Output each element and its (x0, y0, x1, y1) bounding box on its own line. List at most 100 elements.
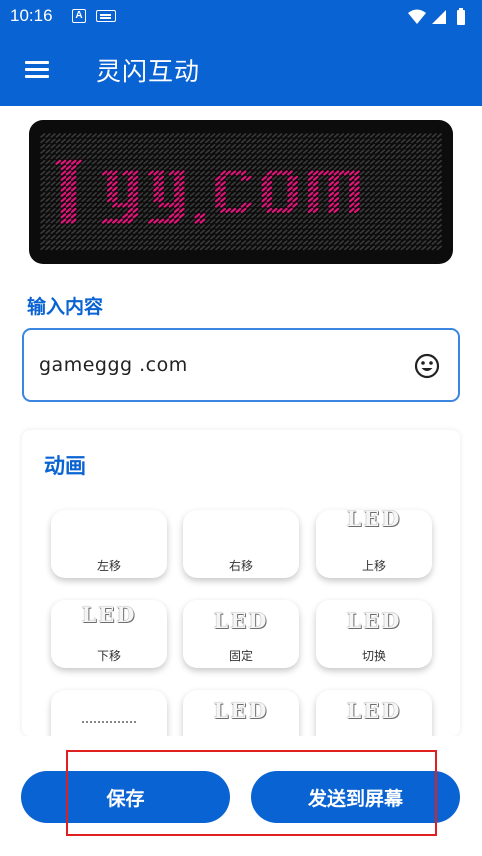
anim-tile-down[interactable]: LED 下移 (51, 600, 167, 668)
led-dot-lit (354, 175, 360, 181)
led-dot (266, 133, 272, 138)
led-dot (261, 149, 267, 154)
led-dot (380, 165, 386, 170)
led-dot (359, 208, 365, 213)
led-dot (122, 240, 128, 245)
led-dot (344, 165, 350, 170)
led-dot-lit (178, 170, 185, 176)
led-dot (256, 181, 262, 186)
emoji-icon[interactable] (414, 353, 440, 379)
led-dot (143, 138, 149, 144)
content-input[interactable] (39, 350, 399, 380)
led-dot (230, 213, 236, 219)
led-dot (344, 202, 350, 208)
led-dot (76, 143, 82, 149)
anim-tile-8[interactable]: LED (183, 690, 299, 736)
led-dot (220, 229, 226, 235)
led-dot (205, 154, 211, 160)
led-dot (266, 159, 272, 165)
led-dot (369, 213, 376, 219)
led-dot (215, 149, 221, 154)
led-dot (380, 245, 386, 251)
led-dot (81, 133, 87, 138)
led-dot (220, 165, 226, 170)
anim-tile-up[interactable]: LED 上移 (316, 510, 432, 578)
led-dot (385, 234, 391, 240)
led-dot (256, 170, 262, 176)
anim-tile-fixed[interactable]: LED 固定 (183, 600, 299, 668)
led-dot (302, 175, 309, 181)
led-dot (174, 149, 180, 154)
led-dot (297, 170, 303, 176)
led-dot-lit (132, 202, 139, 208)
led-dot (205, 175, 211, 181)
anim-tile-right[interactable]: 右移 (183, 510, 299, 578)
led-dot (318, 240, 324, 245)
led-dot (302, 234, 309, 240)
led-dot (76, 165, 82, 170)
led-dot (102, 197, 108, 202)
led-dot (297, 202, 303, 208)
led-dot (163, 229, 169, 235)
led-dot-lit (153, 175, 159, 181)
led-dot (261, 165, 267, 170)
led-dot (158, 165, 164, 170)
led-dot (333, 229, 339, 235)
led-dot (102, 143, 108, 149)
led-dot (225, 175, 231, 181)
led-dot (107, 149, 113, 154)
led-dot (302, 181, 309, 186)
animation-title: 动画 (44, 454, 86, 478)
led-dot (297, 154, 303, 160)
menu-icon[interactable] (22, 56, 52, 84)
led-dot (143, 245, 149, 251)
led-dot (148, 143, 154, 149)
led-dot-lit (266, 191, 273, 197)
led-dot (338, 175, 345, 181)
led-dot (210, 202, 216, 208)
send-to-screen-button[interactable]: 发送到屏幕 (251, 771, 460, 823)
led-dot (277, 245, 283, 251)
led-dot-lit (333, 170, 340, 176)
save-button[interactable]: 保存 (21, 771, 230, 823)
led-dot (117, 224, 123, 229)
led-dot (122, 229, 128, 235)
led-dot (385, 245, 391, 251)
led-dot (65, 224, 72, 229)
led-dot (225, 143, 231, 149)
led-dot (287, 245, 293, 251)
led-dot-lit (65, 213, 72, 219)
led-dot (205, 202, 211, 208)
led-dot (199, 138, 206, 144)
led-dot (235, 197, 242, 202)
led-dot (313, 229, 319, 235)
led-dot-lit (60, 218, 67, 224)
led-dot (292, 213, 298, 219)
led-dot (297, 181, 303, 186)
led-dot (205, 181, 211, 186)
led-dot (354, 240, 360, 245)
led-dot (241, 154, 247, 160)
led-dot (60, 138, 67, 144)
led-dot (292, 149, 298, 154)
led-dot (138, 149, 144, 154)
led-dot (405, 224, 412, 229)
anim-tile-switch[interactable]: LED 切换 (316, 600, 432, 668)
led-dot (385, 224, 391, 229)
led-dot (410, 181, 417, 186)
led-dot (431, 165, 437, 170)
led-dot-lit (261, 186, 268, 192)
led-dot (287, 143, 293, 149)
led-dot (338, 245, 345, 251)
anim-tile-left[interactable]: 左移 (51, 510, 167, 578)
led-dot (410, 197, 417, 202)
led-dot (338, 213, 345, 219)
led-dot (184, 143, 190, 149)
led-dot (246, 234, 252, 240)
led-dot (102, 186, 108, 192)
anim-tile-7[interactable] (51, 690, 167, 736)
anim-tile-9[interactable]: LED (316, 690, 432, 736)
led-dot (65, 138, 72, 144)
led-dot (148, 245, 154, 251)
led-dot (251, 138, 257, 144)
